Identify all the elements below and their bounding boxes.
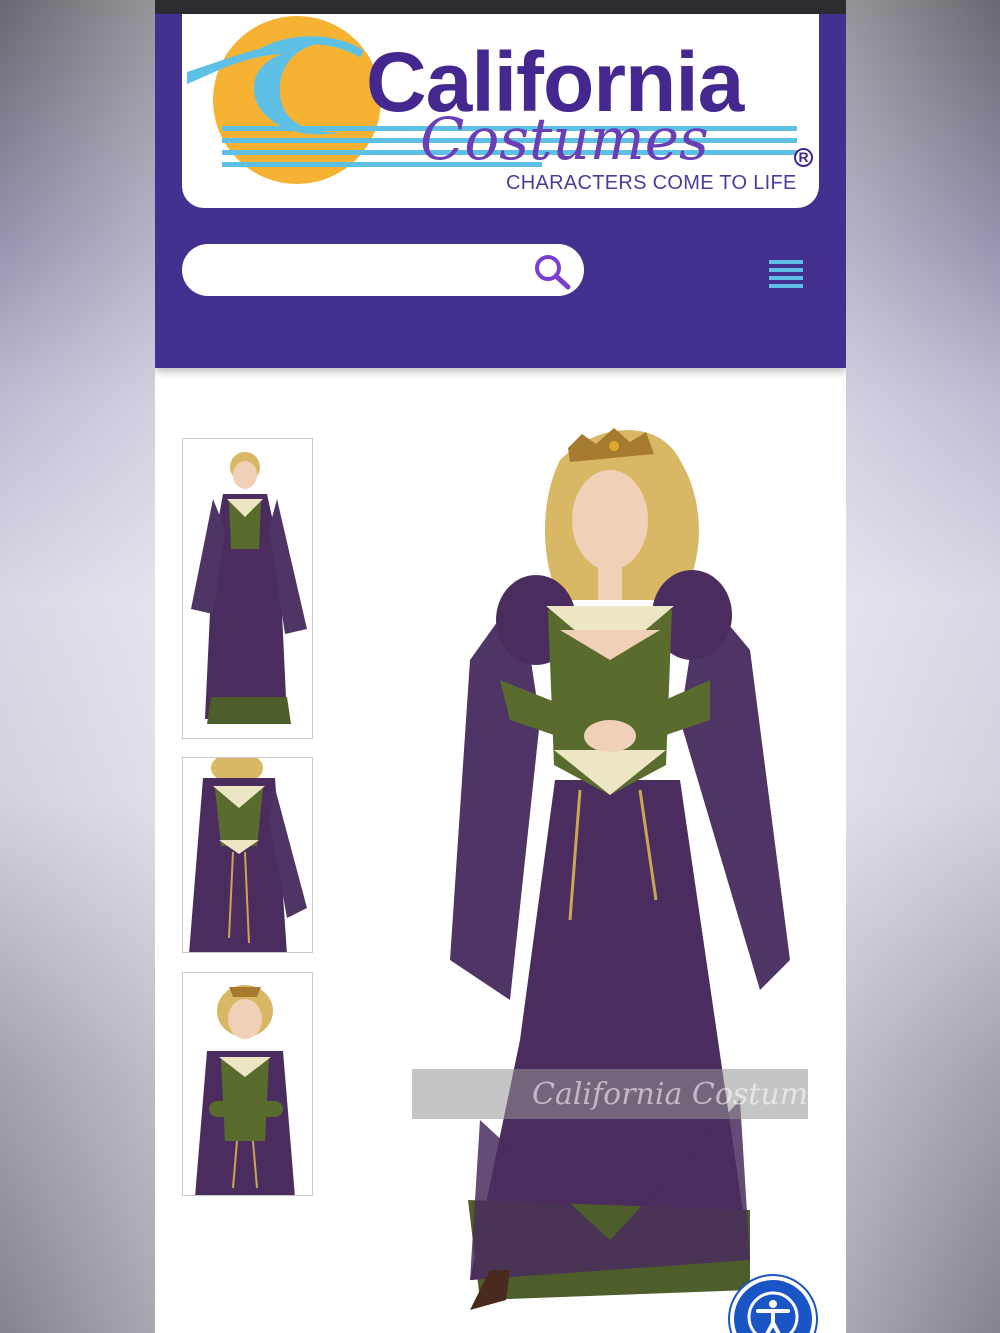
watermark-text: California Costumes — [532, 1077, 842, 1112]
gallery-thumbnail-1[interactable] — [182, 438, 313, 739]
thumbnail-image-bodice-detail — [189, 758, 307, 952]
accessibility-icon — [747, 1291, 799, 1333]
status-bar — [155, 0, 846, 14]
search-icon[interactable] — [532, 252, 572, 290]
hamburger-menu-icon[interactable] — [767, 258, 805, 294]
logo-tagline: CHARACTERS COME TO LIFE — [506, 172, 797, 194]
gallery-thumbnail-3[interactable] — [182, 972, 313, 1196]
gallery-thumbnail-2[interactable] — [182, 757, 313, 953]
registered-mark: R — [794, 148, 813, 167]
image-watermark: California Costumes — [412, 1069, 841, 1119]
background-right-blur — [846, 0, 1000, 1333]
logo-script-wordmark: Costumes — [420, 105, 709, 173]
search-bar[interactable] — [182, 244, 584, 296]
mobile-page: California Costumes R CHARACTERS COME TO… — [155, 0, 846, 1333]
product-main-image[interactable] — [410, 420, 820, 1333]
search-input[interactable] — [202, 252, 526, 290]
thumbnail-image-upper-body — [195, 985, 295, 1195]
thumbnail-image-full-view — [191, 452, 307, 724]
site-header: California Costumes R CHARACTERS COME TO… — [155, 14, 846, 368]
background-left-blur — [0, 0, 155, 1333]
brand-logo[interactable]: California Costumes R CHARACTERS COME TO… — [182, 14, 819, 208]
